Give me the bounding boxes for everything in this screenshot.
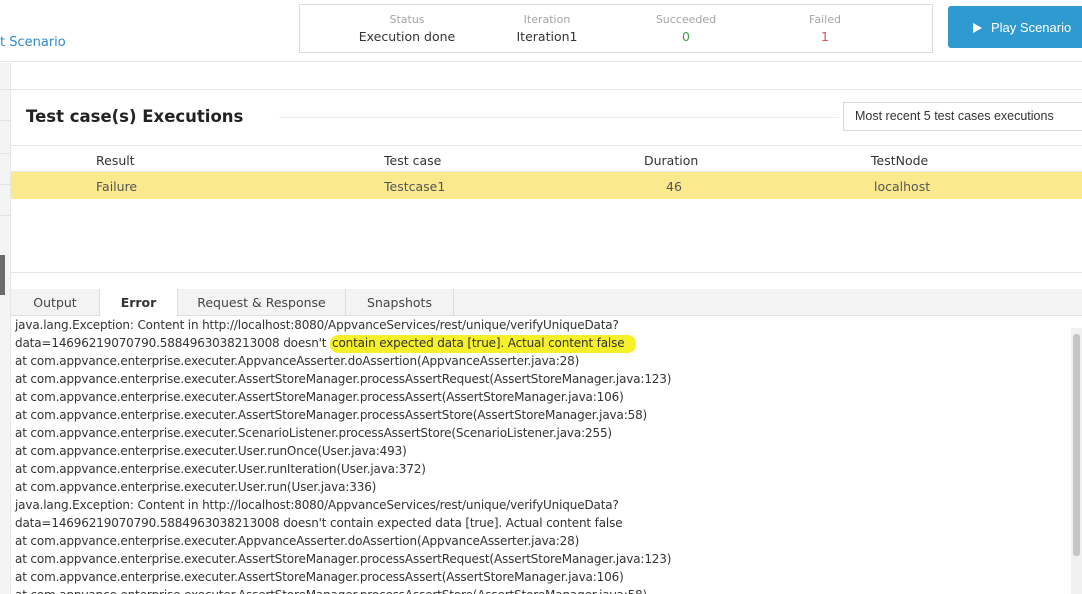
log-line: java.lang.Exception: Content in http://l… bbox=[15, 318, 619, 332]
succeeded-stat: Succeeded 0 bbox=[616, 13, 756, 44]
gutter-divider bbox=[0, 215, 11, 216]
status-label: Status bbox=[389, 13, 425, 26]
play-scenario-button[interactable]: Play Scenario bbox=[948, 6, 1082, 48]
log-line: at com.appvance.enterprise.executer.Appv… bbox=[15, 534, 580, 548]
succeeded-value: 0 bbox=[682, 29, 690, 44]
log-line: at com.appvance.enterprise.executer.Asse… bbox=[15, 372, 672, 386]
gutter-divider bbox=[0, 89, 11, 90]
panel-title: Test case(s) Executions bbox=[26, 107, 244, 126]
detail-tabs: Output Error Request & Response Snapshot… bbox=[11, 289, 1082, 317]
recent-executions-select[interactable]: Most recent 5 test cases executions bbox=[843, 102, 1082, 131]
column-header-duration[interactable]: Duration bbox=[644, 153, 698, 168]
scrollbar-thumb[interactable] bbox=[1073, 334, 1080, 556]
log-line: at com.appvance.enterprise.executer.Asse… bbox=[15, 552, 672, 566]
row-test-case: Testcase1 bbox=[384, 179, 446, 194]
play-scenario-label: Play Scenario bbox=[991, 19, 1072, 35]
status-value: Execution done bbox=[358, 29, 456, 44]
executions-table: Result Test case Duration TestNode Failu… bbox=[11, 145, 1082, 199]
failed-label: Failed bbox=[809, 13, 841, 26]
breadcrumb-scenario[interactable]: t Scenario bbox=[0, 35, 66, 50]
log-line: data=14696219070790.5884963038213008 doe… bbox=[15, 516, 623, 530]
row-duration: 46 bbox=[666, 179, 682, 194]
iteration-value: Iteration1 bbox=[516, 29, 578, 44]
failed-stat: Failed 1 bbox=[755, 13, 895, 44]
play-icon bbox=[973, 22, 982, 33]
status-stat: Status Execution done bbox=[337, 13, 477, 44]
highlighted-text: contain expected data [true]. Actual con… bbox=[330, 335, 637, 353]
log-line: at com.appvance.enterprise.executer.Asse… bbox=[15, 408, 648, 422]
log-line: at com.appvance.enterprise.executer.Scen… bbox=[15, 426, 612, 440]
column-header-result[interactable]: Result bbox=[96, 153, 135, 168]
tab-error[interactable]: Error bbox=[100, 289, 178, 317]
log-line: at com.appvance.enterprise.executer.User… bbox=[15, 480, 377, 494]
tab-snapshots[interactable]: Snapshots bbox=[346, 289, 454, 316]
log-line: at com.appvance.enterprise.executer.Asse… bbox=[15, 570, 624, 584]
iteration-stat: Iteration Iteration1 bbox=[477, 13, 617, 44]
log-line: java.lang.Exception: Content in http://l… bbox=[15, 498, 619, 512]
gutter-active-marker bbox=[0, 255, 5, 295]
iteration-label: Iteration bbox=[523, 13, 571, 26]
left-gutter bbox=[0, 63, 11, 594]
row-result: Failure bbox=[96, 179, 138, 194]
table-header: Result Test case Duration TestNode bbox=[11, 145, 1082, 172]
row-test-node: localhost bbox=[874, 179, 931, 194]
succeeded-label: Succeeded bbox=[655, 13, 717, 26]
table-bottom-divider bbox=[11, 272, 1082, 273]
log-line-part: data=14696219070790.5884963038213008 doe… bbox=[15, 336, 331, 350]
gutter-divider bbox=[0, 120, 11, 121]
tab-request-response[interactable]: Request & Response bbox=[178, 289, 346, 316]
log-line: at com.appvance.enterprise.executer.Appv… bbox=[15, 354, 580, 368]
log-line: at com.appvance.enterprise.executer.Asse… bbox=[15, 390, 624, 404]
column-header-testnode[interactable]: TestNode bbox=[871, 153, 928, 168]
gutter-divider bbox=[0, 153, 11, 154]
log-line: at com.appvance.enterprise.executer.Asse… bbox=[11, 586, 1071, 594]
log-lines-rest: at com.appvance.enterprise.executer.Appv… bbox=[11, 352, 1071, 594]
column-header-test-case[interactable]: Test case bbox=[384, 153, 441, 168]
failed-value: 1 bbox=[821, 29, 829, 44]
table-row[interactable]: Failure Testcase1 46 localhost bbox=[11, 172, 1082, 199]
executions-panel: Test case(s) Executions Most recent 5 te… bbox=[11, 89, 1082, 594]
log-line: at com.appvance.enterprise.executer.User… bbox=[15, 444, 407, 458]
tab-output[interactable]: Output bbox=[11, 289, 100, 316]
log-line: data=14696219070790.5884963038213008 doe… bbox=[11, 334, 1071, 353]
log-line: at com.appvance.enterprise.executer.User… bbox=[15, 462, 426, 476]
title-divider bbox=[279, 117, 839, 118]
top-bar: t Scenario Status Execution done Iterati… bbox=[0, 0, 1082, 62]
error-log[interactable]: java.lang.Exception: Content in http://l… bbox=[11, 316, 1071, 594]
log-scrollbar[interactable] bbox=[1071, 328, 1082, 594]
gutter-divider bbox=[0, 184, 11, 185]
execution-status-box: Status Execution done Iteration Iteratio… bbox=[299, 4, 933, 53]
